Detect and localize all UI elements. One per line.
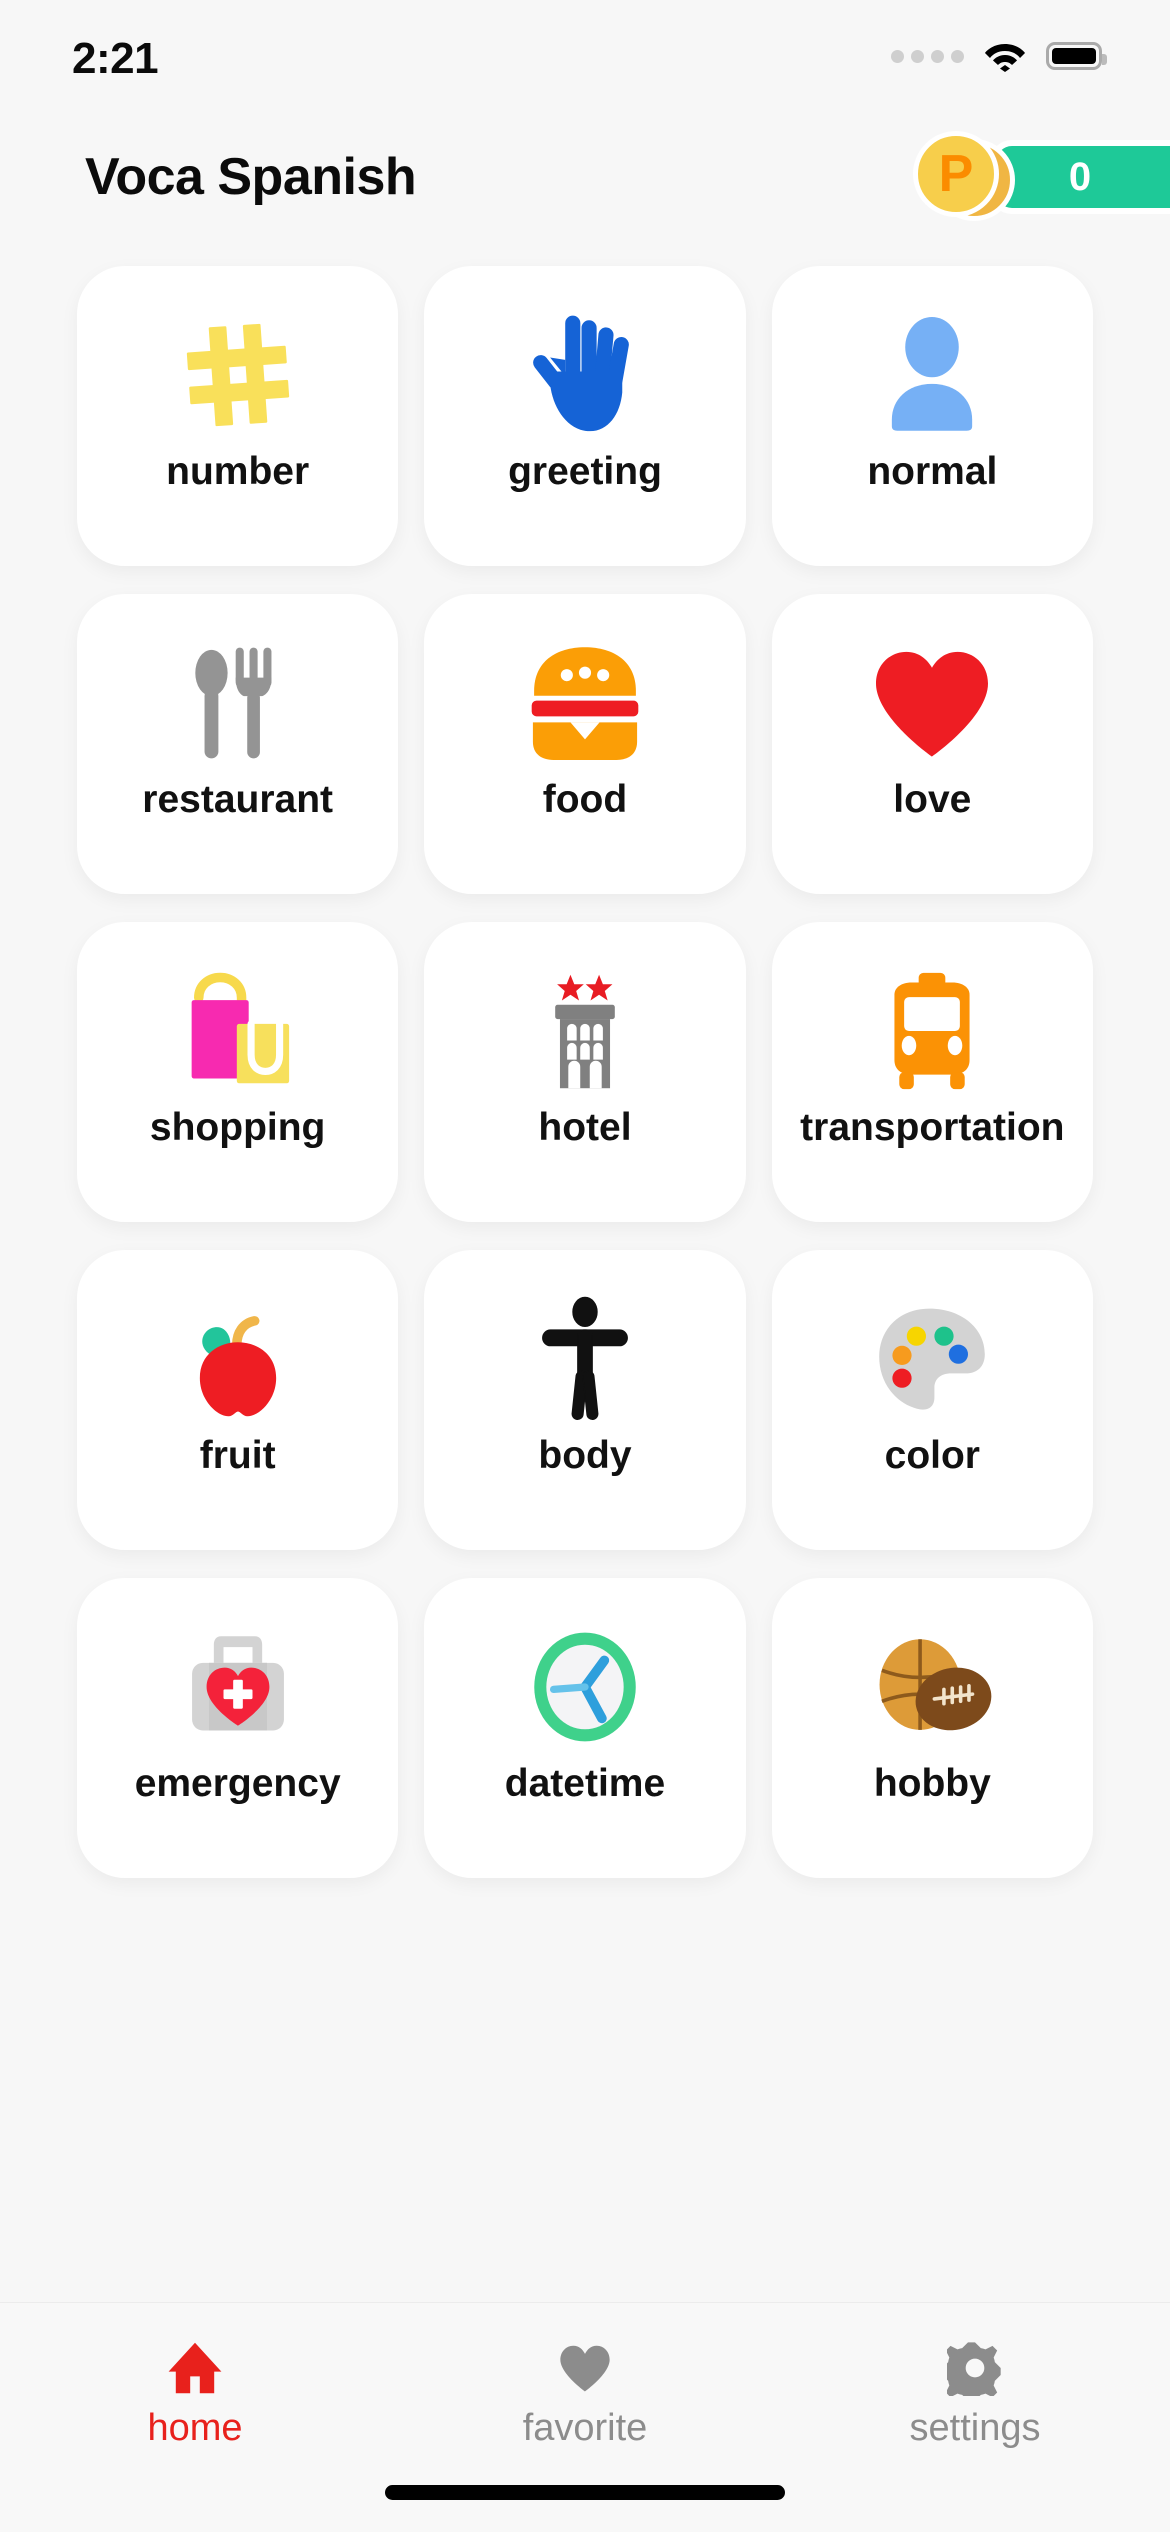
category-card-hotel[interactable]: hotel	[424, 922, 746, 1222]
gear-icon	[947, 2337, 1003, 2399]
nav-item-label: favorite	[522, 2407, 648, 2449]
category-card-label: color	[884, 1434, 980, 1477]
shopping-bags-icon	[77, 956, 398, 1106]
raised-hand-icon	[424, 300, 745, 450]
category-card-label: emergency	[134, 1762, 341, 1805]
battery-full-icon	[1046, 42, 1107, 70]
category-card-label: number	[166, 450, 310, 493]
medical-bag-icon	[77, 1612, 398, 1762]
category-card-food[interactable]: food	[424, 594, 746, 894]
category-card-label: shopping	[149, 1106, 326, 1149]
category-card-number[interactable]: number	[77, 266, 399, 566]
bus-icon	[772, 956, 1093, 1106]
heart-icon	[772, 628, 1093, 778]
nav-item-favorite[interactable]: favorite	[392, 2337, 778, 2450]
nav-item-home[interactable]: home	[2, 2337, 388, 2450]
category-card-label: restaurant	[142, 778, 334, 821]
nav-item-label: settings	[909, 2407, 1041, 2449]
coin-letter: P	[913, 131, 999, 217]
category-card-label: love	[893, 778, 972, 821]
category-card-body[interactable]: body	[424, 1250, 746, 1550]
category-card-color[interactable]: color	[771, 1250, 1093, 1550]
category-card-label: normal	[867, 450, 998, 493]
category-card-label: fruit	[199, 1434, 276, 1477]
body-figure-icon	[424, 1284, 745, 1434]
category-card-label: datetime	[504, 1762, 666, 1805]
status-bar-icons	[891, 40, 1107, 72]
clock-icon	[424, 1612, 745, 1762]
category-card-love[interactable]: love	[771, 594, 1093, 894]
points-value: 0	[990, 140, 1170, 214]
wifi-icon	[984, 40, 1026, 72]
sports-balls-icon	[772, 1612, 1093, 1762]
points-badge[interactable]: P 0	[911, 131, 1170, 221]
app-header: Voca Spanish P 0	[0, 112, 1170, 242]
home-icon	[165, 2337, 225, 2399]
coin-icon: P	[911, 131, 1016, 223]
category-grid-wrapper: number greeting normal restaurant food love sh…	[0, 242, 1170, 2302]
category-card-hobby[interactable]: hobby	[771, 1578, 1093, 1878]
category-card-label: hotel	[538, 1106, 632, 1149]
category-card-greeting[interactable]: greeting	[424, 266, 746, 566]
category-card-label: body	[538, 1434, 632, 1477]
hash-icon	[77, 300, 398, 450]
apple-icon	[77, 1284, 398, 1434]
page-title: Voca Spanish	[85, 148, 417, 206]
category-card-restaurant[interactable]: restaurant	[77, 594, 399, 894]
fork-spoon-icon	[77, 628, 398, 778]
category-card-normal[interactable]: normal	[771, 266, 1093, 566]
app-screen: 2:21 Voca Spanish P 0 number greeting no…	[0, 0, 1170, 2532]
category-card-label: transportation	[800, 1106, 1065, 1149]
heart-icon	[558, 2337, 612, 2399]
home-indicator	[385, 2485, 785, 2500]
cellular-dots-icon	[891, 49, 964, 63]
category-card-label: hobby	[873, 1762, 991, 1805]
category-card-label: food	[542, 778, 628, 821]
palette-icon	[772, 1284, 1093, 1434]
category-card-datetime[interactable]: datetime	[424, 1578, 746, 1878]
category-card-transportation[interactable]: transportation	[771, 922, 1093, 1222]
category-card-fruit[interactable]: fruit	[77, 1250, 399, 1550]
category-card-shopping[interactable]: shopping	[77, 922, 399, 1222]
person-icon	[772, 300, 1093, 450]
category-grid: number greeting normal restaurant food love sh…	[77, 266, 1093, 1878]
category-card-emergency[interactable]: emergency	[77, 1578, 399, 1878]
hamburger-icon	[424, 628, 745, 778]
status-bar: 2:21	[0, 0, 1170, 112]
nav-item-label: home	[147, 2407, 243, 2449]
nav-item-settings[interactable]: settings	[782, 2337, 1168, 2450]
category-card-label: greeting	[508, 450, 662, 493]
hotel-building-icon	[424, 956, 745, 1106]
status-bar-time: 2:21	[72, 34, 159, 83]
